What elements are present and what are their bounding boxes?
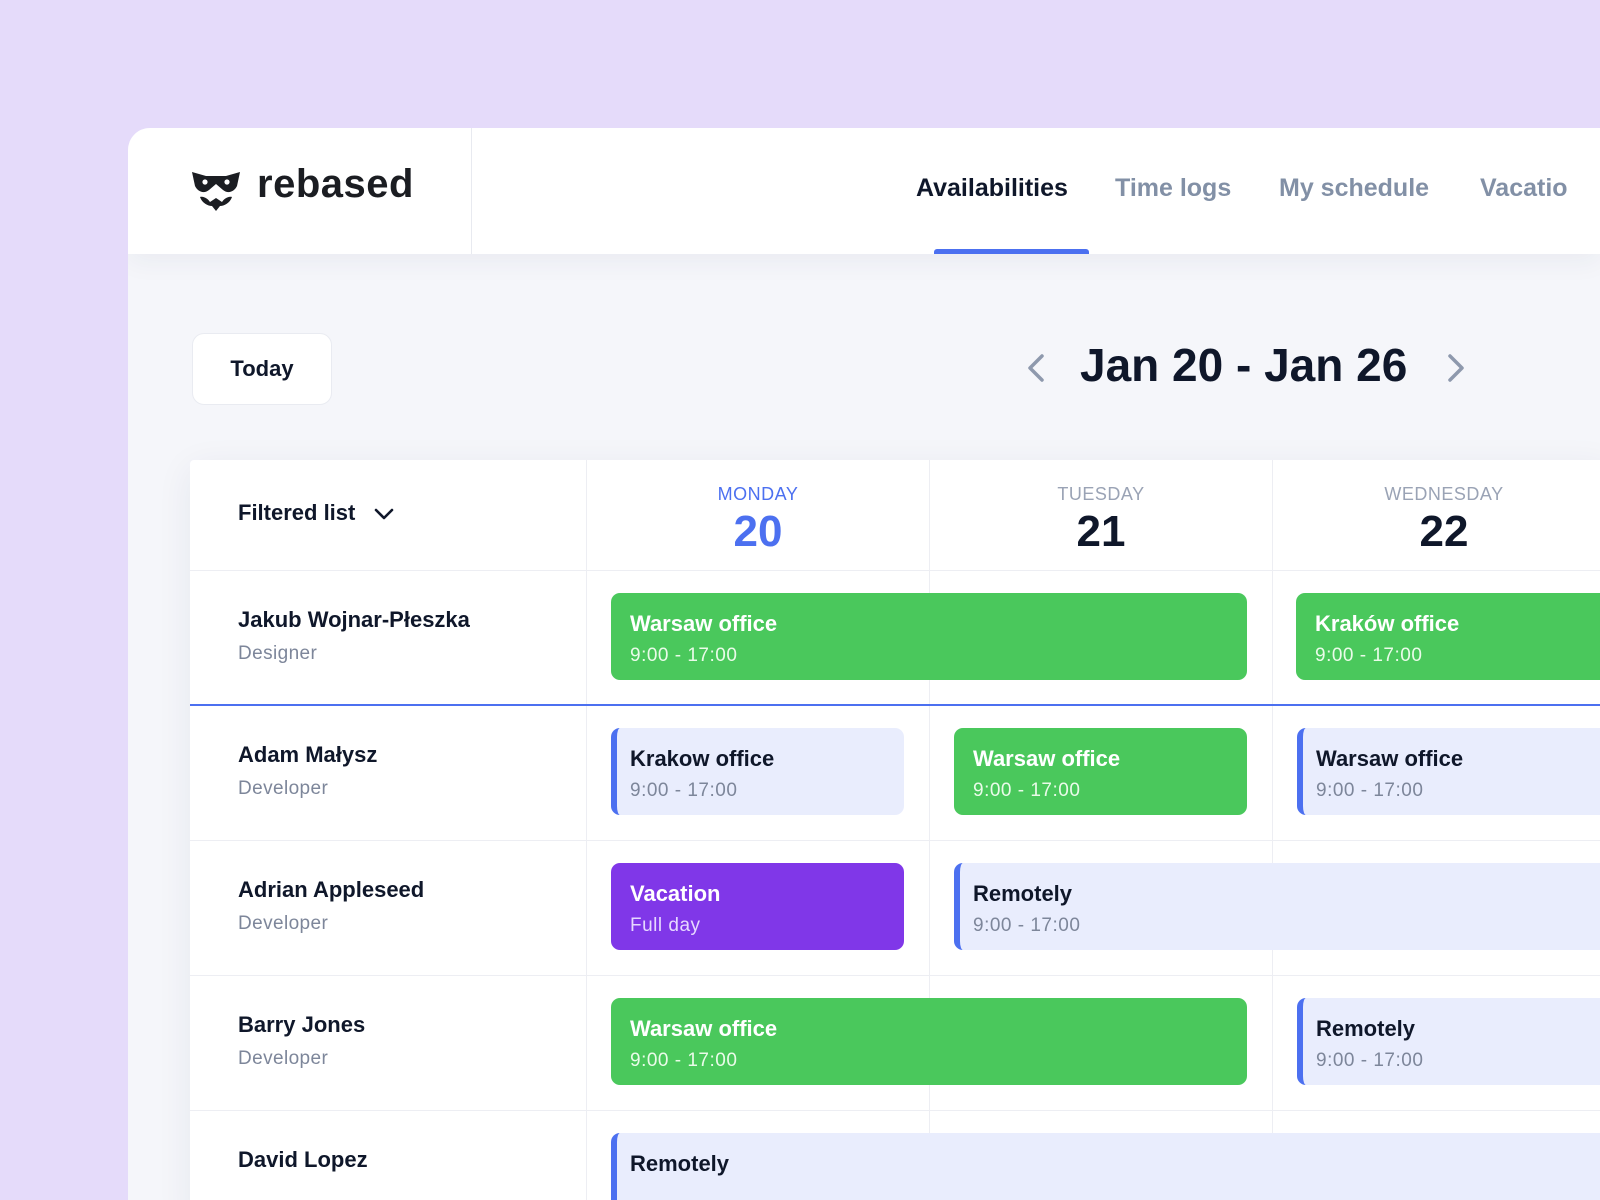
event-warsaw-office[interactable]: Warsaw office 9:00 - 17:00 bbox=[611, 593, 1247, 680]
event-time: 9:00 - 17:00 bbox=[1316, 780, 1424, 801]
selected-row-divider bbox=[190, 704, 1600, 706]
filter-label: Filtered list bbox=[238, 500, 356, 525]
event-warsaw-office[interactable]: Warsaw office 9:00 - 17:00 bbox=[611, 998, 1247, 1085]
person-name: Adam Małysz bbox=[238, 742, 378, 767]
person-david[interactable]: David Lopez bbox=[238, 1147, 368, 1173]
event-title: Warsaw office bbox=[1316, 746, 1464, 771]
event-warsaw-office[interactable]: Warsaw office 9:00 - 17:00 bbox=[954, 728, 1247, 815]
chevron-left-icon[interactable] bbox=[1018, 348, 1058, 388]
event-title: Kraków office bbox=[1315, 611, 1460, 636]
active-tab-indicator bbox=[934, 249, 1089, 254]
event-title: Warsaw office bbox=[630, 1016, 778, 1041]
row-divider bbox=[190, 975, 1600, 976]
chevron-down-icon bbox=[375, 508, 394, 520]
day-number: 22 bbox=[1419, 507, 1469, 556]
event-remotely[interactable]: Remotely 9:00 - 17:00 bbox=[954, 863, 1600, 950]
availability-grid: Filtered list MONDAY 20 TUESDAY 21 WEDNE… bbox=[190, 460, 1600, 1200]
event-title: Krakow office bbox=[630, 746, 775, 771]
brand-logo[interactable]: rebased bbox=[128, 128, 472, 254]
day-name: TUESDAY bbox=[1057, 484, 1145, 504]
event-krakow-office[interactable]: Krakow office 9:00 - 17:00 bbox=[611, 728, 904, 815]
app-window: rebased Availabilities Time logs My sche… bbox=[128, 128, 1600, 1200]
row-divider bbox=[190, 570, 1600, 571]
person-adam[interactable]: Adam Małysz Developer bbox=[238, 742, 377, 800]
person-role: Designer bbox=[238, 643, 318, 664]
event-time: 9:00 - 17:00 bbox=[973, 915, 1081, 936]
raccoon-mask-icon bbox=[192, 172, 240, 211]
tab-time-logs[interactable]: Time logs bbox=[1115, 174, 1231, 203]
tab-vacations[interactable]: Vacatio bbox=[1480, 174, 1568, 203]
person-name: Jakub Wojnar-Płeszka bbox=[238, 607, 470, 632]
event-warsaw-office[interactable]: Warsaw office 9:00 - 17:00 bbox=[1297, 728, 1600, 815]
event-time: Full day bbox=[630, 915, 701, 936]
event-krakow-office[interactable]: Kraków office 9:00 - 17:00 bbox=[1296, 593, 1600, 680]
person-barry[interactable]: Barry Jones Developer bbox=[238, 1012, 365, 1070]
person-name: David Lopez bbox=[238, 1147, 368, 1172]
person-role: Developer bbox=[238, 1048, 329, 1069]
day-name: WEDNESDAY bbox=[1384, 484, 1504, 504]
column-divider bbox=[586, 460, 587, 1200]
row-divider bbox=[190, 1110, 1600, 1111]
event-time: 9:00 - 17:00 bbox=[1316, 1050, 1424, 1071]
day-header-tuesday[interactable]: TUESDAY 21 bbox=[930, 484, 1272, 557]
column-divider bbox=[1272, 460, 1273, 1200]
tab-availabilities[interactable]: Availabilities bbox=[916, 174, 1068, 203]
event-title: Remotely bbox=[1316, 1016, 1416, 1041]
event-title: Remotely bbox=[630, 1151, 730, 1176]
day-number: 20 bbox=[733, 507, 783, 556]
week-range-label: Jan 20 - Jan 26 bbox=[1080, 339, 1408, 391]
row-divider bbox=[190, 840, 1600, 841]
day-header-wednesday[interactable]: WEDNESDAY 22 bbox=[1273, 484, 1600, 557]
person-name: Adrian Appleseed bbox=[238, 877, 425, 902]
column-divider bbox=[929, 460, 930, 1200]
event-time: 9:00 - 17:00 bbox=[1315, 645, 1423, 666]
top-header: rebased Availabilities Time logs My sche… bbox=[128, 128, 1600, 254]
day-header-monday[interactable]: MONDAY 20 bbox=[587, 484, 929, 557]
event-remotely[interactable]: Remotely 9:00 - 17:00 bbox=[1297, 998, 1600, 1085]
filter-dropdown[interactable]: Filtered list bbox=[238, 500, 395, 526]
person-role: Developer bbox=[238, 913, 329, 934]
today-button[interactable]: Today bbox=[192, 333, 332, 405]
event-time: 9:00 - 17:00 bbox=[630, 1050, 738, 1071]
day-name: MONDAY bbox=[717, 484, 799, 504]
event-title: Warsaw office bbox=[973, 746, 1121, 771]
event-title: Vacation bbox=[630, 881, 721, 906]
brand-name: rebased bbox=[257, 162, 414, 206]
person-role: Developer bbox=[238, 778, 329, 799]
person-jakub[interactable]: Jakub Wojnar-Płeszka Designer bbox=[238, 607, 470, 665]
event-time: 9:00 - 17:00 bbox=[630, 780, 738, 801]
person-adrian[interactable]: Adrian Appleseed Developer bbox=[238, 877, 424, 935]
event-title: Remotely bbox=[973, 881, 1073, 906]
tab-my-schedule[interactable]: My schedule bbox=[1279, 174, 1429, 203]
chevron-right-icon[interactable] bbox=[1434, 348, 1474, 388]
person-name: Barry Jones bbox=[238, 1012, 366, 1037]
event-title: Warsaw office bbox=[630, 611, 778, 636]
event-vacation[interactable]: Vacation Full day bbox=[611, 863, 904, 950]
day-number: 21 bbox=[1076, 507, 1126, 556]
event-time: 9:00 - 17:00 bbox=[630, 645, 738, 666]
event-time: 9:00 - 17:00 bbox=[973, 780, 1081, 801]
event-remotely[interactable]: Remotely bbox=[611, 1133, 1600, 1200]
